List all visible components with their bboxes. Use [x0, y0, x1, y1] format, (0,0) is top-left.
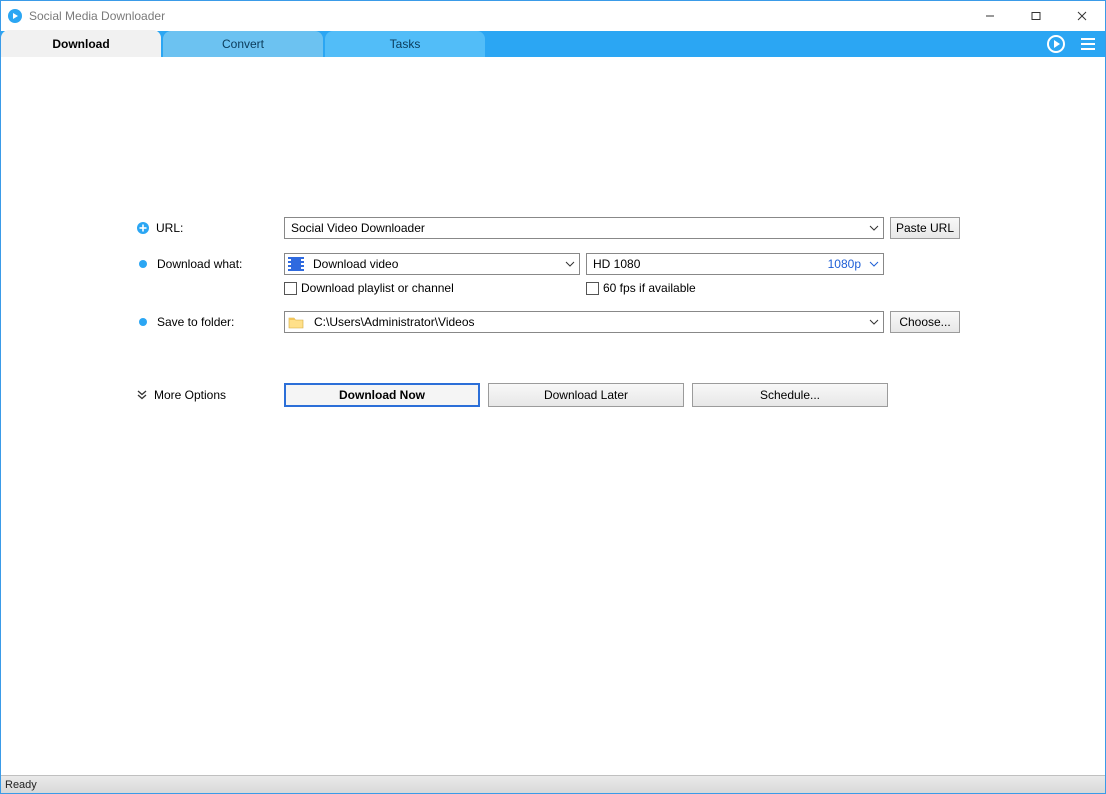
- schedule-button[interactable]: Schedule...: [692, 383, 888, 407]
- url-input[interactable]: Social Video Downloader: [284, 217, 884, 239]
- film-icon: [288, 257, 304, 271]
- titlebar: Social Media Downloader: [1, 1, 1105, 31]
- download-mode-value: Download video: [307, 257, 561, 271]
- resolution-select[interactable]: HD 1080 1080p: [586, 253, 884, 275]
- chevron-down-icon: [561, 261, 579, 267]
- fps60-checkbox-label: 60 fps if available: [603, 281, 696, 295]
- fps60-checkbox[interactable]: 60 fps if available: [586, 281, 696, 295]
- download-now-label: Download Now: [339, 388, 425, 402]
- status-bar: Ready: [1, 775, 1105, 793]
- play-circle-icon[interactable]: [1045, 33, 1067, 55]
- plus-circle-icon: [136, 221, 150, 235]
- tab-convert[interactable]: Convert: [163, 31, 323, 57]
- folder-select[interactable]: C:\Users\Administrator\Videos: [284, 311, 884, 333]
- choose-folder-label: Choose...: [899, 315, 950, 329]
- schedule-label: Schedule...: [760, 388, 820, 402]
- chevron-down-icon: [865, 319, 883, 325]
- app-icon: [7, 8, 23, 24]
- more-options-label: More Options: [154, 388, 226, 402]
- window-title: Social Media Downloader: [29, 9, 165, 23]
- close-button[interactable]: [1059, 1, 1105, 31]
- playlist-checkbox[interactable]: Download playlist or channel: [284, 281, 586, 295]
- tab-download[interactable]: Download: [1, 31, 161, 57]
- tab-convert-label: Convert: [222, 37, 264, 51]
- folder-icon: [288, 316, 304, 329]
- tab-download-label: Download: [52, 37, 109, 51]
- minimize-button[interactable]: [967, 1, 1013, 31]
- url-label: URL:: [156, 221, 183, 235]
- download-later-label: Download Later: [544, 388, 628, 402]
- bullet-icon: [139, 318, 147, 326]
- download-mode-select[interactable]: Download video: [284, 253, 580, 275]
- tabbar: Download Convert Tasks: [1, 31, 1105, 57]
- content-area: URL: Social Video Downloader Paste URL: [1, 57, 1105, 775]
- download-now-button[interactable]: Download Now: [284, 383, 480, 407]
- tab-tasks-label: Tasks: [390, 37, 421, 51]
- download-later-button[interactable]: Download Later: [488, 383, 684, 407]
- double-chevron-down-icon: [136, 389, 148, 401]
- chevron-down-icon: [865, 225, 883, 231]
- bullet-icon: [139, 260, 147, 268]
- menu-icon[interactable]: [1077, 33, 1099, 55]
- tab-tasks[interactable]: Tasks: [325, 31, 485, 57]
- status-text: Ready: [5, 779, 37, 791]
- resolution-value: HD 1080: [587, 257, 828, 271]
- paste-url-label: Paste URL: [896, 221, 954, 235]
- url-value: Social Video Downloader: [285, 221, 865, 235]
- more-options-toggle[interactable]: More Options: [136, 388, 226, 402]
- checkbox-box-icon: [586, 282, 599, 295]
- playlist-checkbox-label: Download playlist or channel: [301, 281, 454, 295]
- save-to-label: Save to folder:: [157, 315, 234, 329]
- chevron-down-icon: [865, 261, 883, 267]
- choose-folder-button[interactable]: Choose...: [890, 311, 960, 333]
- resolution-badge: 1080p: [828, 257, 865, 271]
- download-what-label: Download what:: [157, 257, 242, 271]
- checkbox-box-icon: [284, 282, 297, 295]
- folder-path: C:\Users\Administrator\Videos: [308, 315, 865, 329]
- maximize-button[interactable]: [1013, 1, 1059, 31]
- paste-url-button[interactable]: Paste URL: [890, 217, 960, 239]
